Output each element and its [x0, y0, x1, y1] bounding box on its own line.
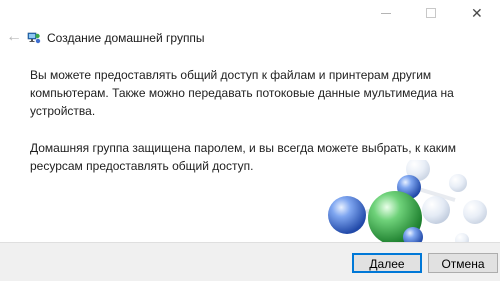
cancel-button[interactable]: Отмена: [428, 253, 498, 273]
homegroup-icon: [27, 32, 41, 44]
next-button[interactable]: Далее: [352, 253, 422, 273]
maximize-button[interactable]: [408, 0, 453, 26]
title-row: ← Создание домашней группы: [0, 28, 500, 48]
close-button[interactable]: ✕: [453, 0, 500, 26]
dialog-footer: Далее Отмена: [0, 242, 500, 281]
close-icon: ✕: [471, 5, 483, 21]
homegroup-spheres-illustration: [328, 160, 487, 245]
back-arrow-icon[interactable]: ←: [6, 29, 22, 45]
window-title: Создание домашней группы: [47, 31, 205, 45]
description-paragraph-1: Вы можете предоставлять общий доступ к ф…: [30, 68, 454, 118]
window-controls: ✕: [363, 0, 500, 26]
minimize-button[interactable]: [363, 0, 408, 26]
